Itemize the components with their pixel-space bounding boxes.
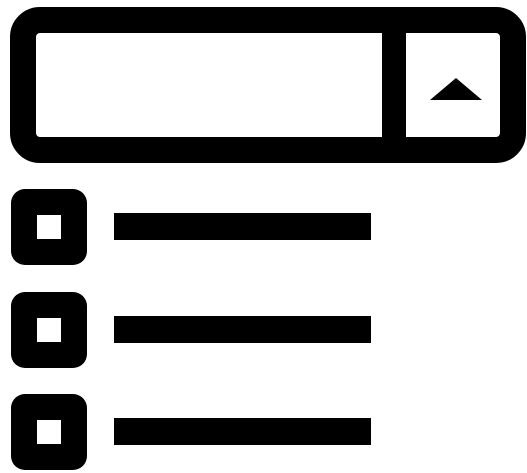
dropdown-select[interactable] <box>10 7 526 163</box>
list-option[interactable] <box>11 292 376 368</box>
checkbox-icon[interactable] <box>11 394 87 470</box>
option-label-placeholder <box>114 316 371 343</box>
list-option[interactable] <box>11 394 376 470</box>
dropdown-toggle-button[interactable] <box>406 33 500 137</box>
dropdown-value-field[interactable] <box>36 33 382 137</box>
dropdown-divider <box>382 33 406 137</box>
list-option[interactable] <box>11 189 376 265</box>
checkbox-icon[interactable] <box>11 189 87 265</box>
option-label-placeholder <box>114 213 371 240</box>
triangle-up-icon <box>430 78 482 100</box>
option-label-placeholder <box>114 418 371 445</box>
checkbox-icon[interactable] <box>11 292 87 368</box>
